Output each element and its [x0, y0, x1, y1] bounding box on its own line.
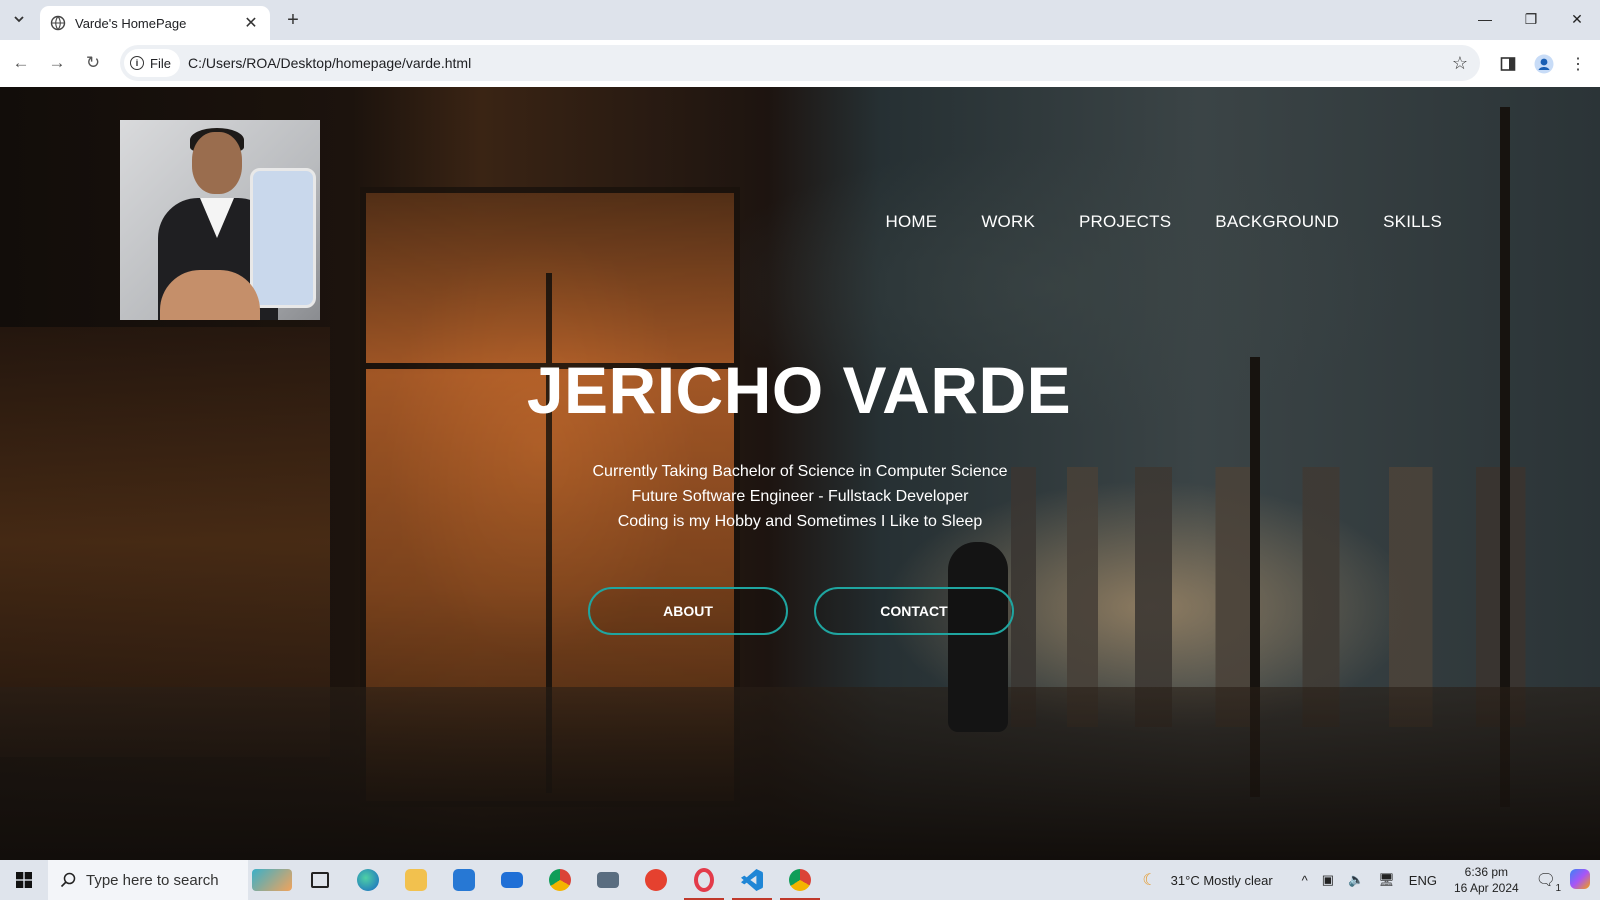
url-text[interactable]: C:/Users/ROA/Desktop/homepage/varde.html: [188, 55, 1452, 71]
task-view-icon[interactable]: [296, 860, 344, 900]
side-panel-icon[interactable]: [1496, 52, 1520, 76]
address-bar[interactable]: i File C:/Users/ROA/Desktop/homepage/var…: [120, 45, 1480, 81]
weather-text[interactable]: 31°C Mostly clear: [1164, 873, 1295, 888]
nav-work[interactable]: WORK: [981, 212, 1035, 232]
tab-search-button[interactable]: [8, 8, 30, 30]
meet-now-icon[interactable]: ▣: [1315, 872, 1341, 888]
weather-icon[interactable]: ☾: [1135, 870, 1163, 890]
site-info-label: File: [150, 55, 171, 71]
browser-tab[interactable]: Varde's HomePage ✕: [40, 6, 270, 40]
language-indicator[interactable]: ENG: [1402, 873, 1444, 888]
profile-avatar-icon[interactable]: [1532, 52, 1556, 76]
new-tab-button[interactable]: +: [282, 9, 304, 32]
browser-toolbar: ← → ↻ i File C:/Users/ROA/Desktop/homepa…: [0, 40, 1600, 87]
restore-button[interactable]: ❐: [1508, 0, 1554, 38]
taskbar-search[interactable]: Type here to search: [48, 860, 248, 900]
nav-projects[interactable]: PROJECTS: [1079, 212, 1171, 232]
hero-section: JERICHO VARDE Currently Taking Bachelor …: [0, 357, 1600, 534]
vscode-icon[interactable]: [728, 860, 776, 900]
copilot-icon[interactable]: [1563, 868, 1600, 892]
volume-icon[interactable]: 🔈: [1341, 872, 1371, 888]
chrome-active-icon[interactable]: [776, 860, 824, 900]
close-tab-icon[interactable]: ✕: [242, 13, 260, 33]
back-arrow-icon[interactable]: ←: [10, 52, 32, 74]
site-nav: HOME WORK PROJECTS BACKGROUND SKILLS: [886, 212, 1443, 232]
reload-icon[interactable]: ↻: [82, 52, 104, 74]
forward-arrow-icon[interactable]: →: [46, 52, 68, 74]
site-info-chip[interactable]: i File: [124, 49, 180, 77]
notification-count: 1: [1555, 883, 1561, 894]
taskbar: Type here to search ☾ 31°C Mostly clear …: [0, 860, 1600, 900]
wps-office-icon[interactable]: [632, 860, 680, 900]
edge-icon[interactable]: [344, 860, 392, 900]
store-icon[interactable]: [440, 860, 488, 900]
opera-icon[interactable]: [680, 860, 728, 900]
contact-button[interactable]: CONTACT: [814, 587, 1014, 635]
hero-line: Coding is my Hobby and Sometimes I Like …: [617, 513, 983, 530]
chevron-down-icon: [14, 16, 24, 23]
notification-icon[interactable]: 🗨 1: [1529, 870, 1563, 894]
bookmark-star-icon[interactable]: ☆: [1452, 53, 1468, 74]
tab-strip: Varde's HomePage ✕ + — ❐ ✕: [0, 0, 1600, 40]
search-icon: [60, 872, 76, 888]
clock[interactable]: 6:36 pm 16 Apr 2024: [1444, 864, 1529, 896]
page-viewport: HOME WORK PROJECTS BACKGROUND SKILLS JER…: [0, 87, 1600, 860]
clock-date: 16 Apr 2024: [1453, 881, 1519, 895]
nav-skills[interactable]: SKILLS: [1383, 212, 1442, 232]
chevron-up-icon[interactable]: ^: [1295, 873, 1315, 888]
search-placeholder: Type here to search: [86, 871, 219, 889]
hero-buttons: ABOUT CONTACT: [588, 587, 1014, 635]
search-highlight-icon[interactable]: [248, 860, 296, 900]
tab-title: Varde's HomePage: [75, 15, 187, 31]
network-icon[interactable]: 🖥: [1371, 872, 1402, 888]
chrome-icon[interactable]: [536, 860, 584, 900]
system-tray: ☾ 31°C Mostly clear ^ ▣ 🔈 🖥 ENG 6:36 pm …: [1135, 860, 1600, 900]
close-window-button[interactable]: ✕: [1554, 0, 1600, 38]
clock-time: 6:36 pm: [1464, 865, 1508, 879]
hero-line: Future Software Engineer - Fullstack Dev…: [631, 488, 969, 505]
background-scene: [948, 542, 1008, 732]
hero-line: Currently Taking Bachelor of Science in …: [592, 463, 1008, 480]
hero-title: JERICHO VARDE: [526, 353, 1072, 427]
file-explorer-icon[interactable]: [392, 860, 440, 900]
more-menu-icon[interactable]: ⋮: [1566, 52, 1590, 76]
profile-photo: [120, 120, 320, 320]
about-button[interactable]: ABOUT: [588, 587, 788, 635]
globe-icon: [50, 15, 66, 31]
background-scene: [0, 687, 1600, 860]
nav-home[interactable]: HOME: [886, 212, 938, 232]
minimize-button[interactable]: —: [1462, 0, 1508, 38]
nav-background[interactable]: BACKGROUND: [1215, 212, 1339, 232]
windows-logo-icon: [16, 872, 32, 888]
start-button[interactable]: [0, 860, 48, 900]
info-icon: i: [130, 56, 144, 70]
camera-icon[interactable]: [584, 860, 632, 900]
mail-icon[interactable]: [488, 860, 536, 900]
